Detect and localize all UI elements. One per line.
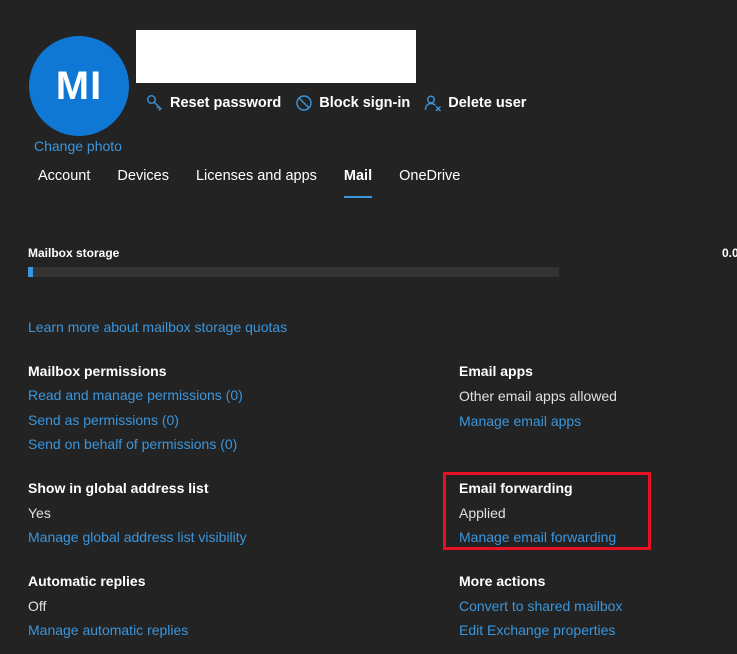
automatic-replies-value: Off bbox=[28, 598, 47, 614]
tab-devices[interactable]: Devices bbox=[107, 168, 179, 196]
reset-password-button[interactable]: Reset password bbox=[146, 94, 281, 112]
convert-shared-mailbox-link[interactable]: Convert to shared mailbox bbox=[459, 598, 622, 614]
delete-user-label: Delete user bbox=[448, 95, 527, 111]
change-photo-link[interactable]: Change photo bbox=[34, 138, 122, 154]
mailbox-storage-value: 0.0 bbox=[722, 246, 737, 260]
email-apps-heading: Email apps bbox=[459, 363, 533, 379]
user-name-redacted bbox=[136, 30, 416, 83]
mailbox-storage-bar bbox=[28, 267, 559, 277]
block-signin-button[interactable]: Block sign-in bbox=[295, 94, 410, 112]
tab-bar: Account Devices Licenses and apps Mail O… bbox=[28, 168, 497, 198]
user-actions: Reset password Block sign-in Delete user bbox=[146, 94, 526, 112]
block-icon bbox=[296, 95, 312, 111]
tab-mail[interactable]: Mail bbox=[334, 168, 382, 198]
mailbox-storage-label: Mailbox storage bbox=[28, 246, 120, 260]
block-signin-label: Block sign-in bbox=[319, 95, 411, 111]
mailbox-storage-bar-fill bbox=[28, 267, 33, 277]
more-actions-heading: More actions bbox=[459, 573, 546, 589]
global-address-list-heading: Show in global address list bbox=[28, 480, 209, 496]
manage-global-address-link[interactable]: Manage global address list visibility bbox=[28, 529, 247, 545]
manage-email-apps-link[interactable]: Manage email apps bbox=[459, 413, 581, 429]
tab-account[interactable]: Account bbox=[28, 168, 100, 196]
mailbox-permissions-heading: Mailbox permissions bbox=[28, 363, 167, 379]
edit-exchange-properties-link[interactable]: Edit Exchange properties bbox=[459, 622, 615, 638]
read-manage-permissions-link[interactable]: Read and manage permissions (0) bbox=[28, 387, 243, 403]
delete-user-icon bbox=[425, 95, 442, 112]
email-apps-value: Other email apps allowed bbox=[459, 388, 617, 404]
tab-onedrive[interactable]: OneDrive bbox=[389, 168, 470, 196]
tab-licenses-and-apps[interactable]: Licenses and apps bbox=[186, 168, 327, 196]
highlight-box bbox=[443, 472, 651, 550]
global-address-list-value: Yes bbox=[28, 505, 51, 521]
reset-password-label: Reset password bbox=[170, 95, 282, 111]
key-icon bbox=[147, 95, 162, 111]
delete-user-button[interactable]: Delete user bbox=[424, 94, 526, 112]
learn-more-storage-link[interactable]: Learn more about mailbox storage quotas bbox=[28, 319, 287, 335]
avatar[interactable]: MI bbox=[29, 36, 129, 136]
send-as-permissions-link[interactable]: Send as permissions (0) bbox=[28, 412, 179, 428]
send-on-behalf-permissions-link[interactable]: Send on behalf of permissions (0) bbox=[28, 436, 237, 452]
manage-automatic-replies-link[interactable]: Manage automatic replies bbox=[28, 622, 188, 638]
automatic-replies-heading: Automatic replies bbox=[28, 573, 146, 589]
